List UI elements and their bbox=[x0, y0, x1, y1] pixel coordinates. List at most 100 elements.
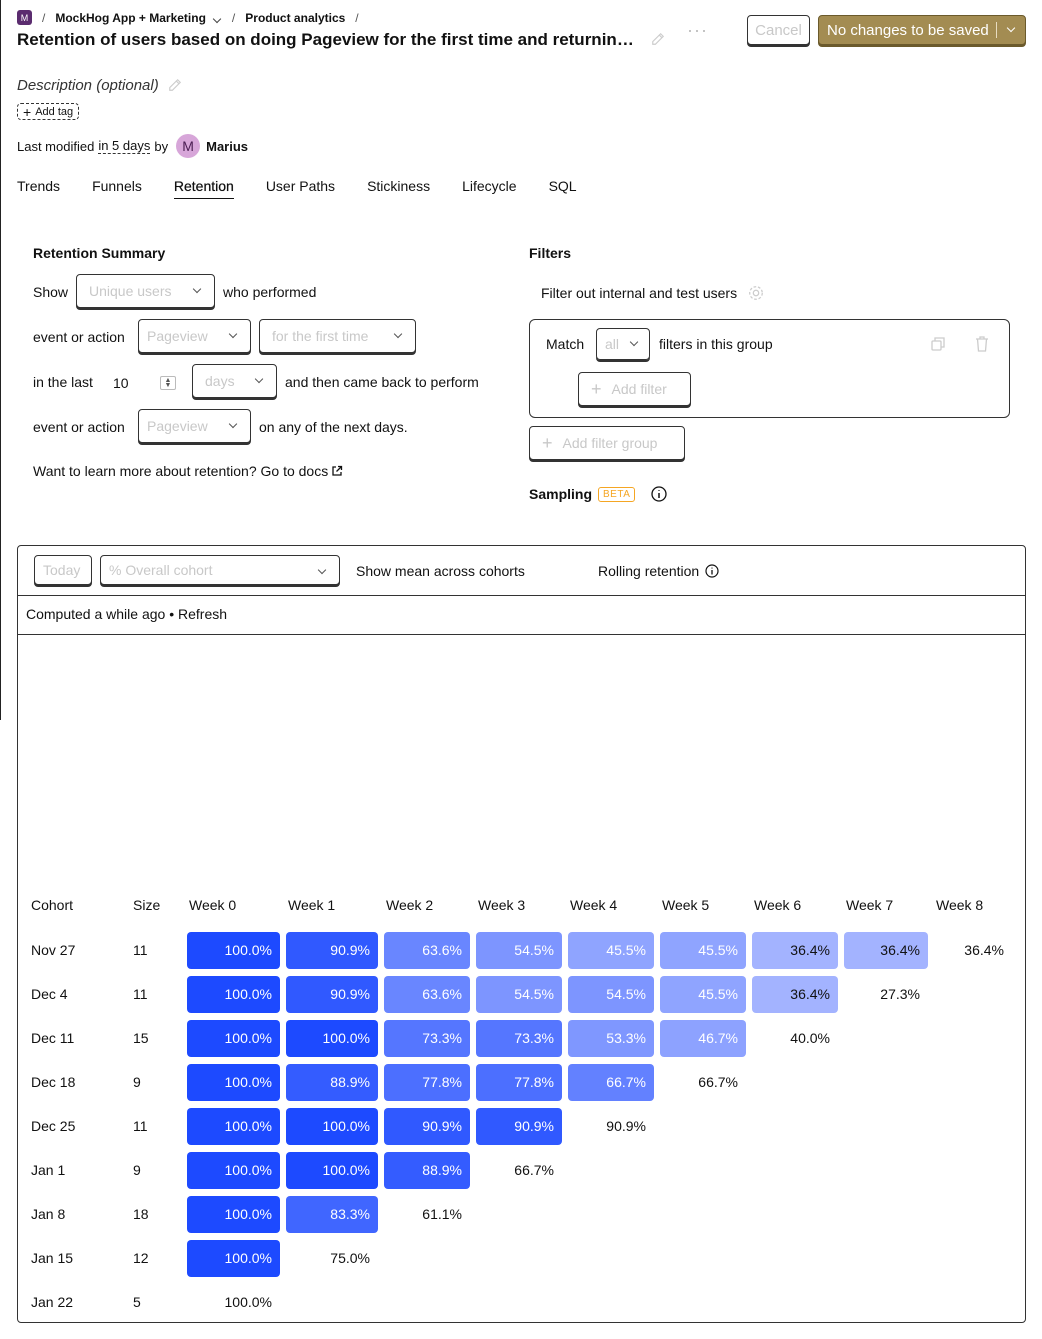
retention-cell: 53.3% bbox=[568, 1019, 654, 1057]
retention-cell: 36.4% bbox=[964, 941, 1004, 958]
retention-cell: 77.8% bbox=[476, 1063, 562, 1101]
event-or-action-label-2: event or action bbox=[33, 419, 125, 435]
show-select[interactable]: Unique users bbox=[76, 274, 215, 308]
insight-tabs: Trends Funnels Retention User Paths Stic… bbox=[17, 178, 609, 199]
info-icon[interactable] bbox=[705, 564, 719, 578]
size-cell: 9 bbox=[133, 1074, 141, 1090]
modified-time: in 5 days bbox=[98, 138, 151, 154]
tab-trends[interactable]: Trends bbox=[17, 178, 60, 199]
description-field[interactable]: Description (optional) bbox=[17, 77, 159, 94]
cohort-cell: Jan 22 bbox=[31, 1294, 74, 1310]
filter-internal-toggle[interactable]: Filter out internal and test users bbox=[541, 284, 765, 302]
tab-sql[interactable]: SQL bbox=[549, 178, 577, 199]
chevron-down-icon bbox=[393, 329, 403, 339]
page-title[interactable]: Retention of users based on doing Pagevi… bbox=[17, 30, 642, 50]
first-time-select[interactable]: for the first time bbox=[259, 319, 416, 353]
info-icon[interactable] bbox=[651, 486, 668, 502]
table-row[interactable]: Nov 27 11 100.0% 90.9% 63.6% 54.5% 45.5% 45.5% 3… bbox=[26, 928, 1015, 972]
cohort-cell: Jan 8 bbox=[31, 1206, 66, 1222]
save-button[interactable]: No changes to be saved bbox=[818, 15, 1026, 45]
plus-icon: + bbox=[591, 379, 602, 399]
table-row[interactable]: Jan 8 18 100.0% 83.3% 61.1% bbox=[26, 1192, 1015, 1236]
more-icon[interactable]: ··· bbox=[687, 20, 708, 41]
gear-icon[interactable] bbox=[747, 284, 765, 302]
retention-cell: 100.0% bbox=[224, 1293, 272, 1310]
trash-icon[interactable] bbox=[974, 335, 990, 353]
match-select[interactable]: all bbox=[596, 328, 650, 360]
cohort-cell: Dec 4 bbox=[31, 986, 68, 1002]
retention-cell: 88.9% bbox=[286, 1063, 378, 1101]
cohort-cell: Dec 18 bbox=[31, 1074, 76, 1090]
show-mean-toggle[interactable]: Show mean across cohorts bbox=[356, 563, 525, 579]
retention-cell: 66.7% bbox=[698, 1073, 738, 1090]
column-header: Week 1 bbox=[288, 897, 336, 913]
chevron-down-icon bbox=[192, 284, 202, 294]
pencil-icon[interactable] bbox=[168, 78, 182, 92]
retention-cell: 54.5% bbox=[476, 975, 562, 1013]
column-header: Cohort bbox=[31, 897, 74, 913]
period-unit-select[interactable]: days bbox=[192, 364, 277, 398]
tab-funnels[interactable]: Funnels bbox=[92, 178, 142, 199]
table-row[interactable]: Dec 18 9 100.0% 88.9% 77.8% 77.8% 66.7% 66.7% bbox=[26, 1060, 1015, 1104]
retention-cell: 100.0% bbox=[187, 1107, 280, 1145]
retention-cell: 77.8% bbox=[384, 1063, 470, 1101]
user-name: Marius bbox=[206, 138, 249, 154]
tab-user-paths[interactable]: User Paths bbox=[266, 178, 335, 199]
retention-cell: 36.4% bbox=[752, 931, 838, 969]
column-header: Week 2 bbox=[386, 897, 434, 913]
docs-link[interactable]: Want to learn more about retention? Go t… bbox=[33, 463, 343, 479]
who-performed-label: who performed bbox=[223, 284, 317, 300]
retention-cell: 75.0% bbox=[330, 1249, 370, 1266]
retention-cell: 90.9% bbox=[384, 1107, 470, 1145]
retention-cell: 100.0% bbox=[187, 975, 280, 1013]
cohort-cell: Dec 25 bbox=[31, 1118, 76, 1134]
retention-mode-select[interactable]: % Overall cohort bbox=[100, 555, 340, 585]
last-modified: Last modified in 5 days by M Marius bbox=[17, 134, 248, 158]
cohort-cell: Jan 1 bbox=[31, 1162, 66, 1178]
avatar: M bbox=[176, 134, 201, 158]
cancel-button[interactable]: Cancel bbox=[747, 15, 810, 45]
add-tag-button[interactable]: + Add tag bbox=[17, 103, 80, 120]
chevron-down-icon[interactable] bbox=[1006, 23, 1016, 33]
retention-cell: 36.4% bbox=[844, 931, 928, 969]
retention-cell: 100.0% bbox=[286, 1107, 378, 1145]
rolling-retention-toggle[interactable]: Rolling retention bbox=[598, 563, 719, 579]
period-stepper[interactable]: ▲ ▼ bbox=[160, 376, 176, 390]
breadcrumb-project[interactable]: MockHog App + Marketing bbox=[55, 11, 222, 25]
retention-cell: 66.7% bbox=[514, 1161, 554, 1178]
tab-lifecycle[interactable]: Lifecycle bbox=[462, 178, 516, 199]
retention-table: Cohort Size Week 0 Week 1 Week 2 Week 3 Week 4… bbox=[26, 894, 1015, 1324]
external-link-icon bbox=[332, 465, 343, 476]
table-row[interactable]: Jan 22 5 100.0% bbox=[26, 1280, 1015, 1324]
retention-cell: 27.3% bbox=[880, 985, 920, 1002]
tab-retention[interactable]: Retention bbox=[173, 178, 234, 199]
returning-event-select[interactable]: Pageview bbox=[138, 409, 251, 443]
retention-cell: 63.6% bbox=[384, 975, 470, 1013]
breadcrumb-product-analytics[interactable]: Product analytics bbox=[245, 11, 345, 25]
table-row[interactable]: Dec 11 15 100.0% 100.0% 73.3% 73.3% 53.3% 46.7%… bbox=[26, 1016, 1015, 1060]
column-header: Week 5 bbox=[662, 897, 710, 913]
table-row[interactable]: Dec 4 11 100.0% 90.9% 63.6% 54.5% 54.5% 45.5% 36… bbox=[26, 972, 1015, 1016]
add-filter-button[interactable]: + Add filter bbox=[578, 372, 691, 406]
retention-cell: 66.7% bbox=[568, 1063, 654, 1101]
date-select[interactable]: Today bbox=[34, 555, 92, 585]
add-filter-group-button[interactable]: + Add filter group bbox=[529, 426, 685, 460]
size-cell: 9 bbox=[133, 1162, 141, 1178]
chevron-down-icon bbox=[254, 374, 264, 384]
refresh-link[interactable]: Refresh bbox=[178, 606, 227, 622]
target-event-select[interactable]: Pageview bbox=[138, 319, 251, 353]
retention-cell: 45.5% bbox=[660, 931, 746, 969]
retention-cell: 100.0% bbox=[286, 1019, 378, 1057]
table-row[interactable]: Jan 1 9 100.0% 100.0% 88.9% 66.7% bbox=[26, 1148, 1015, 1192]
table-row[interactable]: Dec 25 11 100.0% 100.0% 90.9% 90.9% 90.9% bbox=[26, 1104, 1015, 1148]
retention-cell: 54.5% bbox=[476, 931, 562, 969]
pencil-icon[interactable] bbox=[651, 32, 665, 46]
plus-icon: + bbox=[23, 103, 32, 120]
cohort-cell: Nov 27 bbox=[31, 942, 76, 958]
tab-stickiness[interactable]: Stickiness bbox=[367, 178, 430, 199]
column-header: Size bbox=[133, 897, 161, 913]
column-header: Week 6 bbox=[754, 897, 802, 913]
table-row[interactable]: Jan 15 12 100.0% 75.0% bbox=[26, 1236, 1015, 1280]
copy-icon[interactable] bbox=[930, 336, 946, 352]
window-edge bbox=[0, 0, 1, 720]
